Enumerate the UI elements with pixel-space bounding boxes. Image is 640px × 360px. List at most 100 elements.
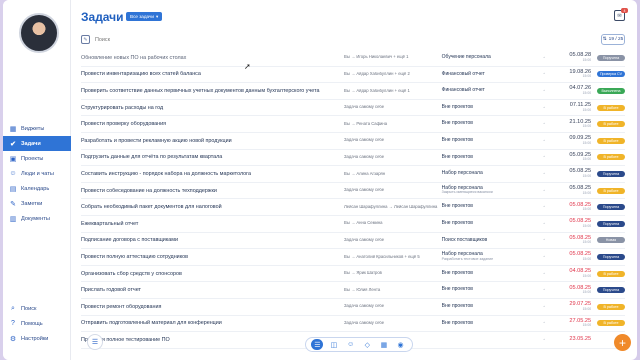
status-badge[interactable]: В работе <box>597 121 625 128</box>
task-title[interactable]: Составить инструкцию - порядок набора на… <box>81 171 344 177</box>
table-row[interactable]: Обновление новых ПО на рабочих столах Вы … <box>81 50 625 67</box>
table-row[interactable]: Подписание договора с поставщиками Задача… <box>81 233 625 250</box>
table-row[interactable]: Прислать годовой отчет Вы → Юлия Лента Вне… <box>81 282 625 299</box>
task-title[interactable]: Организовать сбор средств у спонсоров <box>81 271 344 277</box>
filter-dropdown[interactable]: Все задачи ▾ <box>126 12 163 21</box>
table-row[interactable]: Составить инструкцию - порядок набора на… <box>81 166 625 183</box>
edit-icon[interactable]: ✎ <box>81 35 90 44</box>
table-row[interactable]: Ежеквартальный отчет Вы → Анна Семина Вне … <box>81 216 625 233</box>
task-title[interactable]: Подписание договора с поставщиками <box>81 237 344 243</box>
task-flag-icon[interactable]: ◦ <box>533 320 555 326</box>
task-title[interactable]: Прислать годовой отчет <box>81 287 344 293</box>
table-row[interactable]: Собрать необходимый пакет документов для… <box>81 199 625 216</box>
status-badge[interactable]: Выполнена <box>597 87 625 94</box>
task-title[interactable]: Проверить соответствие данных первичных … <box>81 88 344 94</box>
table-row[interactable]: Организовать сбор средств у спонсоров Вы … <box>81 266 625 283</box>
sidebar-item-notes[interactable]: ✎ Заметки <box>3 196 71 211</box>
status-badge[interactable]: Проверка CV <box>597 71 625 78</box>
status-badge[interactable]: В работе <box>597 104 625 111</box>
task-title[interactable]: Провести проверку оборудования <box>81 121 344 127</box>
sidebar-item-help[interactable]: ? Помощь <box>3 316 71 331</box>
task-project: Финансовый отчет <box>442 87 534 94</box>
task-flag-icon[interactable]: ◦ <box>533 237 555 243</box>
task-title[interactable]: Провести полную аттестацию сотрудников <box>81 254 344 260</box>
task-title[interactable]: Ежеквартальный отчет <box>81 221 344 227</box>
task-title[interactable]: Провести собеседование на должность техп… <box>81 188 344 194</box>
tag-icon[interactable]: ◇ <box>361 339 373 350</box>
table-row[interactable]: Провести собеседование на должность техп… <box>81 183 625 200</box>
task-flag-icon[interactable]: ◦ <box>533 88 555 94</box>
sidebar-item-widgets[interactable]: ▦ Виджеты <box>3 121 71 136</box>
table-row[interactable]: Провести инвентаризацию всех статей бала… <box>81 67 625 84</box>
status-badge[interactable]: В работе <box>597 154 625 161</box>
task-flag-icon[interactable]: ◦ <box>533 171 555 177</box>
sidebar-item-calendar[interactable]: ▤ Календарь <box>3 181 71 196</box>
avatar[interactable] <box>19 13 59 53</box>
status-badge[interactable]: В работе <box>597 303 625 310</box>
table-row[interactable]: Подгрузить данные для отчёта по результа… <box>81 150 625 167</box>
list-icon[interactable]: ☰ <box>311 339 324 350</box>
status-badge[interactable]: В работе <box>597 320 625 327</box>
task-flag-icon[interactable]: ◦ <box>533 71 555 77</box>
task-title[interactable]: Структурировать расходы на год <box>81 105 344 111</box>
menu-grip-icon[interactable]: ☰ <box>87 334 103 350</box>
people-icon[interactable]: ☺ <box>345 339 357 350</box>
sidebar-item-people[interactable]: ☺ Люди и чаты <box>3 166 71 181</box>
task-flag-icon[interactable]: ◦ <box>533 221 555 227</box>
task-project-sub: Разработать тестовое задание <box>441 256 494 261</box>
task-flag-icon[interactable]: ◦ <box>533 304 555 310</box>
status-badge[interactable]: Поручена <box>597 54 625 61</box>
status-badge[interactable]: Новая <box>597 237 625 244</box>
status-badge[interactable]: Поручена <box>597 170 625 177</box>
task-flag-icon[interactable]: ◦ <box>533 254 555 260</box>
table-row[interactable]: Провести проверку оборудования Вы → Ренат… <box>81 116 625 133</box>
task-title[interactable]: Собрать необходимый пакет документов для… <box>81 204 344 210</box>
table-row[interactable]: Отправить подготовленный материал для ко… <box>81 316 625 333</box>
task-title[interactable]: Провести инвентаризацию всех статей бала… <box>81 71 344 77</box>
status-badge[interactable]: Поручена <box>597 204 625 211</box>
status-badge[interactable]: В работе <box>597 187 625 194</box>
table-row[interactable]: Провести полную аттестацию сотрудников Вы… <box>81 249 625 266</box>
task-flag-icon[interactable]: ◦ <box>533 204 555 210</box>
task-title[interactable]: Обновление новых ПО на рабочих столах <box>81 55 344 61</box>
sidebar-item-projects[interactable]: ▣ Проекты <box>3 151 71 166</box>
task-title[interactable]: Провести ремонт оборудования <box>81 304 344 310</box>
task-flag-icon[interactable]: ◦ <box>533 271 555 277</box>
task-flag-icon[interactable]: ◦ <box>533 154 555 160</box>
status-badge[interactable]: Поручена <box>597 220 625 227</box>
task-time: 15:00 <box>582 91 592 96</box>
task-time: 15:00 <box>582 223 592 228</box>
status-badge[interactable]: Поручена <box>597 253 625 260</box>
status-badge[interactable]: В работе <box>597 137 625 144</box>
grid-icon[interactable]: ▦ <box>378 339 390 350</box>
tasks-counter-button[interactable]: ⇅ 19 / 25 <box>601 34 625 45</box>
pin-icon[interactable]: ◉ <box>395 339 407 350</box>
task-flag-icon[interactable]: ◦ <box>533 188 555 194</box>
table-row[interactable]: Структурировать расходы на год Задача сам… <box>81 100 625 117</box>
status-badge[interactable]: В работе <box>597 270 625 277</box>
task-title[interactable]: Подгрузить данные для отчёта по результа… <box>81 154 344 160</box>
task-flag-icon[interactable]: ◦ <box>533 337 555 343</box>
calendar-icon: ▤ <box>9 185 17 193</box>
search-input[interactable] <box>95 36 601 43</box>
task-flag-icon[interactable]: ◦ <box>533 287 555 293</box>
sidebar-item-search[interactable]: ⌕ Поиск <box>3 301 71 316</box>
sidebar-item-documents[interactable]: ▥ Документы <box>3 211 71 226</box>
task-title[interactable]: Отправить подготовленный материал для ко… <box>81 320 344 326</box>
sidebar-item-label: Задачи <box>21 140 41 147</box>
status-badge[interactable]: Поручена <box>597 287 625 294</box>
sidebar-item-tasks[interactable]: ✔ Задачи <box>3 136 71 151</box>
sidebar-item-settings[interactable]: ⚙ Настройки <box>3 331 71 346</box>
add-task-button[interactable]: + <box>614 334 631 351</box>
task-assignee: Вы → Анна Семина <box>344 221 383 226</box>
table-row[interactable]: Разработать и провести рекламную акцию н… <box>81 133 625 150</box>
table-row[interactable]: Проверить соответствие данных первичных … <box>81 83 625 100</box>
task-flag-icon[interactable]: ◦ <box>533 121 555 127</box>
task-title[interactable]: Разработать и провести рекламную акцию н… <box>81 138 344 144</box>
task-flag-icon[interactable]: ◦ <box>533 55 555 61</box>
task-assignee: Вы → Айдар Хабибуллин + ещё 2 <box>344 71 410 76</box>
table-row[interactable]: Провести ремонт оборудования Задача самом… <box>81 299 625 316</box>
briefcase-icon[interactable]: ◫ <box>328 339 340 350</box>
task-flag-icon[interactable]: ◦ <box>533 105 555 111</box>
task-flag-icon[interactable]: ◦ <box>533 138 555 144</box>
